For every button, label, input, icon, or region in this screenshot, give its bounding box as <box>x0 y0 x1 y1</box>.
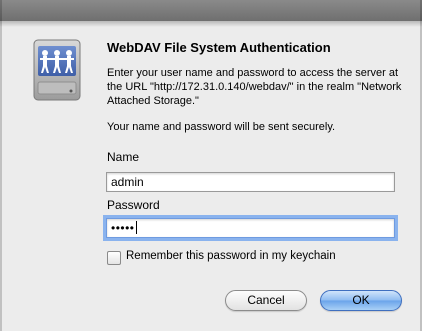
name-label: Name <box>107 150 140 164</box>
remember-label: Remember this password in my keychain <box>126 250 336 262</box>
left-edge <box>0 0 2 331</box>
window-titlebar <box>0 0 422 21</box>
dialog-message: Enter your user name and password to acc… <box>107 67 402 107</box>
dialog-title: WebDAV File System Authentication <box>107 40 331 55</box>
name-field[interactable] <box>106 172 395 192</box>
titlebar-shadow <box>0 21 422 27</box>
password-label: Password <box>107 198 160 212</box>
password-dots: ••••• <box>111 221 137 235</box>
network-drive-icon <box>30 38 96 104</box>
secure-note: Your name and password will be sent secu… <box>107 121 336 133</box>
ok-button[interactable]: OK <box>320 290 402 311</box>
remember-checkbox[interactable] <box>107 251 121 265</box>
cancel-button[interactable]: Cancel <box>225 290 307 311</box>
password-field[interactable]: ••••• <box>106 218 395 238</box>
